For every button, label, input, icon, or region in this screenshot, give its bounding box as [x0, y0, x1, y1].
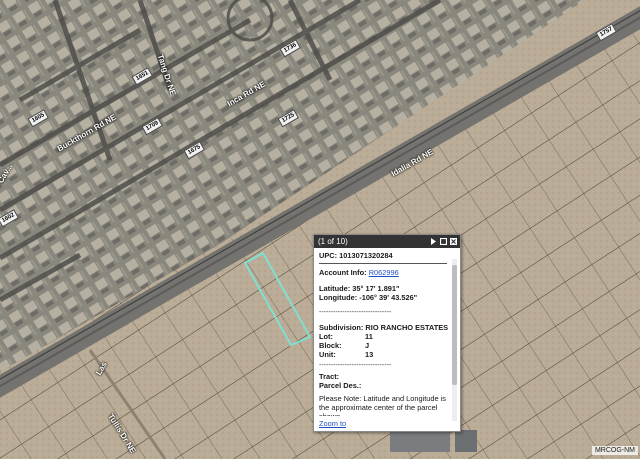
- longitude-value: -106° 39' 43.526": [359, 293, 418, 302]
- dash-separator: -------------------------------: [319, 362, 392, 369]
- longitude-row: Longitude: -106° 39' 43.526": [319, 293, 418, 302]
- next-feature-icon[interactable]: [430, 238, 437, 245]
- identify-popup: (1 of 10) UPC: 1013071320284 Account Inf…: [313, 234, 461, 432]
- lot-row: Lot: 11: [319, 332, 373, 341]
- popup-scrollbar[interactable]: [452, 259, 457, 421]
- maximize-icon[interactable]: [440, 238, 447, 245]
- tract-label: Tract:: [319, 372, 340, 381]
- dash-separator: -------------------------------: [319, 309, 392, 316]
- popup-header: (1 of 10): [314, 235, 460, 248]
- parcel-des-label: Parcel Des.:: [319, 381, 362, 390]
- popup-body: UPC: 1013071320284 Account Info: R062996…: [319, 251, 450, 416]
- block-row: Block: J: [319, 341, 370, 350]
- unit-row: Unit: 13: [319, 350, 374, 359]
- subdivision-row: Subdivision: RIO RANCHO ESTATES: [319, 323, 449, 332]
- account-link[interactable]: R062996: [369, 268, 399, 277]
- upc-value: 1013071320284: [339, 251, 393, 260]
- separator: [319, 263, 447, 264]
- structures: [390, 430, 477, 452]
- location-note: Please Note: Latitude and Longitude is t…: [319, 394, 446, 416]
- subdivision-value: RIO RANCHO ESTATES: [365, 323, 449, 332]
- map-attribution: MRCOG-NM: [591, 446, 638, 455]
- popup-counter: (1 of 10): [318, 237, 348, 246]
- close-icon[interactable]: [450, 238, 457, 245]
- account-row: Account Info: R062996: [319, 268, 399, 277]
- latitude-value: 35° 17' 1.891": [352, 284, 400, 293]
- latitude-row: Latitude: 35° 17' 1.891": [319, 284, 400, 293]
- zoom-to-link[interactable]: Zoom to: [319, 419, 346, 428]
- unit-value: 13: [365, 350, 374, 359]
- block-value: J: [365, 341, 370, 350]
- scrollbar-thumb[interactable]: [452, 265, 457, 385]
- lot-value: 11: [365, 332, 373, 341]
- upc-row: UPC: 1013071320284: [319, 251, 393, 260]
